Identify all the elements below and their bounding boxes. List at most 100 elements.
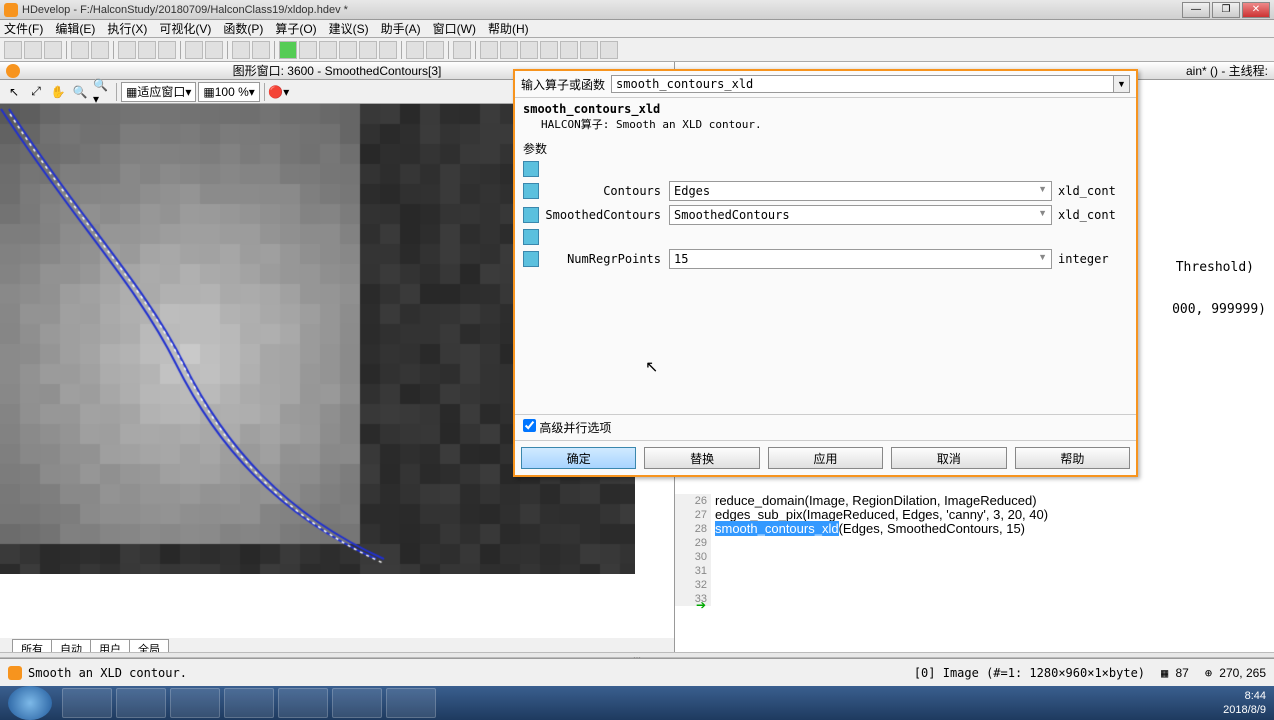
copy-button[interactable]: [138, 41, 156, 59]
operator-name: smooth_contours_xld: [523, 102, 1128, 116]
param-row: SmoothedContours ▼ xld_cont: [523, 205, 1128, 225]
assist1-button[interactable]: [453, 41, 471, 59]
hand-tool[interactable]: ✋: [48, 82, 68, 102]
reset-button[interactable]: [406, 41, 424, 59]
save-button[interactable]: [44, 41, 62, 59]
operator-dialog: 输入算子或函数 ▼ smooth_contours_xld HALCON算子: …: [513, 69, 1138, 477]
globe-button[interactable]: [252, 41, 270, 59]
param-icon: [523, 207, 539, 223]
assist8-button[interactable]: [600, 41, 618, 59]
menu-item[interactable]: 窗口(W): [433, 20, 476, 37]
start-button[interactable]: [8, 686, 52, 720]
apply-button[interactable]: 应用: [768, 447, 883, 469]
menu-item[interactable]: 帮助(H): [488, 20, 529, 37]
open-button[interactable]: [24, 41, 42, 59]
stop-button[interactable]: [426, 41, 444, 59]
step-button[interactable]: [299, 41, 317, 59]
param-icon: [523, 161, 539, 177]
taskbar-item[interactable]: [224, 688, 274, 718]
operator-dropdown-button[interactable]: ▼: [1114, 75, 1130, 93]
find-button[interactable]: [232, 41, 250, 59]
param-type: integer: [1058, 252, 1128, 266]
taskbar-item[interactable]: [332, 688, 382, 718]
param-input[interactable]: ▼: [669, 205, 1052, 225]
step-over-button[interactable]: [359, 41, 377, 59]
taskbar-item[interactable]: [170, 688, 220, 718]
main-toolbar: [0, 38, 1274, 62]
param-row: NumRegrPoints ▼ integer: [523, 249, 1128, 269]
zoom-tool[interactable]: 🔍: [70, 82, 90, 102]
step-into-button[interactable]: [319, 41, 337, 59]
export-button[interactable]: [71, 41, 89, 59]
param-name: SmoothedContours: [545, 208, 661, 222]
assist6-button[interactable]: [560, 41, 578, 59]
operator-search-input[interactable]: [611, 75, 1114, 93]
paste-button[interactable]: [158, 41, 176, 59]
print-button[interactable]: [91, 41, 109, 59]
step-out-button[interactable]: [339, 41, 357, 59]
thread-label: ain* () - 主线程:: [1186, 62, 1268, 79]
menu-item[interactable]: 文件(F): [4, 20, 43, 37]
new-button[interactable]: [4, 41, 22, 59]
assist2-button[interactable]: [480, 41, 498, 59]
param-name: NumRegrPoints: [545, 252, 661, 266]
replace-button[interactable]: 替换: [644, 447, 759, 469]
menu-item[interactable]: 可视化(V): [159, 20, 211, 37]
move-tool[interactable]: ⤢: [26, 82, 46, 102]
undo-button[interactable]: [185, 41, 203, 59]
app-icon: [4, 3, 18, 17]
param-sep-icon: [523, 229, 539, 245]
ok-button[interactable]: 确定: [521, 447, 636, 469]
status-app-icon: [8, 666, 22, 680]
taskbar-item[interactable]: [386, 688, 436, 718]
menu-item[interactable]: 编辑(E): [55, 20, 95, 37]
param-icon: [523, 251, 539, 267]
status-image-info: [0] Image (#=1: 1280×960×1×byte): [914, 666, 1145, 680]
fit-window-combo[interactable]: ▦ 适应窗口 ▾: [121, 82, 196, 102]
graphics-title: 图形窗口: 3600 - SmoothedContours[3]: [233, 62, 442, 79]
minimize-button[interactable]: —: [1182, 2, 1210, 18]
taskbar-item[interactable]: [62, 688, 112, 718]
param-input[interactable]: ▼: [669, 181, 1052, 201]
param-icon: [523, 183, 539, 199]
advanced-checkbox[interactable]: [523, 419, 536, 432]
param-type: xld_cont: [1058, 208, 1128, 222]
redo-button[interactable]: [205, 41, 223, 59]
menu-item[interactable]: 算子(O): [275, 20, 316, 37]
zoom-dropdown[interactable]: 🔍▾: [92, 82, 112, 102]
run-button[interactable]: [279, 41, 297, 59]
assist4-button[interactable]: [520, 41, 538, 59]
assist5-button[interactable]: [540, 41, 558, 59]
menu-item[interactable]: 助手(A): [381, 20, 421, 37]
status-count: ▦ 87: [1161, 666, 1189, 680]
taskbar-item[interactable]: [278, 688, 328, 718]
menu-bar: 文件(F) 编辑(E) 执行(X) 可视化(V) 函数(P) 算子(O) 建议(S) 助手(A…: [0, 20, 1274, 38]
cut-button[interactable]: [118, 41, 136, 59]
tray-date: 2018/8/9: [1223, 703, 1266, 717]
help-button[interactable]: 帮助: [1015, 447, 1130, 469]
system-tray[interactable]: 8:44 2018/8/9: [1215, 689, 1274, 717]
dialog-buttons: 确定 替换 应用 取消 帮助: [515, 440, 1136, 475]
param-row: Contours ▼ xld_cont: [523, 181, 1128, 201]
windows-taskbar: 8:44 2018/8/9: [0, 686, 1274, 720]
zoom-combo[interactable]: ▦ 100 % ▾: [198, 82, 259, 102]
close-button[interactable]: ✕: [1242, 2, 1270, 18]
taskbar-item[interactable]: [116, 688, 166, 718]
assist3-button[interactable]: [500, 41, 518, 59]
cancel-button[interactable]: 取消: [891, 447, 1006, 469]
status-coords: ⊕ 270, 265: [1205, 666, 1266, 680]
dialog-description: smooth_contours_xld HALCON算子: Smooth an …: [515, 98, 1136, 136]
skip-button[interactable]: [379, 41, 397, 59]
dialog-search-row: 输入算子或函数 ▼: [515, 71, 1136, 98]
pointer-tool[interactable]: ↖: [4, 82, 24, 102]
advanced-options[interactable]: 高级并行选项: [515, 414, 1136, 440]
maximize-button[interactable]: ❐: [1212, 2, 1240, 18]
menu-item[interactable]: 函数(P): [223, 20, 263, 37]
param-input[interactable]: ▼: [669, 249, 1052, 269]
operator-subtitle: HALCON算子: Smooth an XLD contour.: [541, 116, 1128, 132]
menu-item[interactable]: 执行(X): [107, 20, 147, 37]
code-fragment-1: Threshold): [1176, 260, 1254, 275]
record-button[interactable]: 🔴▾: [269, 82, 289, 102]
assist7-button[interactable]: [580, 41, 598, 59]
menu-item[interactable]: 建议(S): [329, 20, 369, 37]
